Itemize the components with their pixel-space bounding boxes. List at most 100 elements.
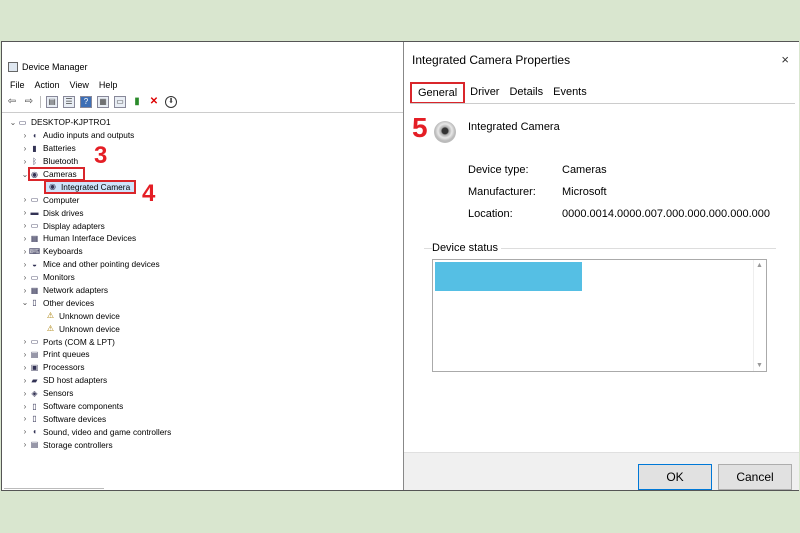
chevron-right-icon[interactable]: ›	[20, 208, 30, 217]
hid-icon: ▦	[30, 233, 39, 243]
list-icon[interactable]: ☰	[63, 96, 75, 108]
sound-icon: ◖	[32, 427, 37, 437]
tree-item[interactable]: ⌄ ▭ DESKTOP-KJPTRO1	[8, 116, 398, 129]
chevron-right-icon[interactable]: ›	[20, 402, 30, 411]
chevron-right-icon[interactable]: ›	[20, 363, 30, 372]
chevron-right-icon[interactable]: ›	[20, 144, 30, 153]
tree-item[interactable]: ⌄ ◉ Cameras	[8, 167, 398, 181]
chevron-down-icon[interactable]: ⌄	[8, 118, 18, 127]
chevron-right-icon[interactable]: ›	[20, 195, 30, 204]
tree-item-content: ▬ Disk drives	[30, 208, 84, 218]
tree-item-content: ▣ Processors	[30, 362, 85, 372]
port-icon: ▭	[30, 337, 39, 347]
tree-item[interactable]: › ◖ Sound, video and game controllers	[8, 425, 398, 438]
cancel-button[interactable]: Cancel	[718, 464, 792, 490]
tree-item-label: Network adapters	[43, 285, 109, 296]
tree-item[interactable]: › ▮ Batteries	[8, 142, 398, 155]
chevron-right-icon[interactable]: ›	[20, 337, 30, 346]
remove-device-icon[interactable]: ✕	[148, 96, 160, 108]
chevron-right-icon[interactable]: ›	[20, 131, 30, 140]
tree-item[interactable]: › ▭ Display adapters	[8, 219, 398, 232]
monitor-icon[interactable]: ▭	[114, 96, 126, 108]
chevron-right-icon[interactable]: ›	[20, 376, 30, 385]
tab-details[interactable]: Details	[504, 84, 548, 102]
close-icon[interactable]: ×	[781, 52, 789, 67]
ok-button[interactable]: OK	[638, 464, 712, 490]
tree-item-label: Keyboards	[43, 246, 83, 257]
tree-item[interactable]: › ▰ SD host adapters	[8, 374, 398, 387]
tab-strip: General Driver Details Events	[410, 82, 592, 104]
chevron-right-icon[interactable]: ›	[20, 157, 30, 166]
tree-item[interactable]: › ▯ Software devices	[8, 412, 398, 425]
status-scrollbar[interactable]: ▲ ▼	[753, 260, 766, 371]
chevron-right-icon[interactable]: ›	[20, 427, 30, 436]
tree-item[interactable]: › ▦ Network adapters	[8, 284, 398, 297]
tree-item[interactable]: › ▤ Storage controllers	[8, 438, 398, 451]
device-status-textbox[interactable]: ▲ ▼	[432, 259, 767, 372]
chevron-right-icon[interactable]: ›	[20, 234, 30, 243]
chevron-right-icon[interactable]: ›	[20, 440, 30, 449]
chevron-down-icon[interactable]: ⌄	[20, 170, 30, 179]
tree-item[interactable]: › ▬ Disk drives	[8, 206, 398, 219]
tree-item[interactable]: › ▭ Ports (COM & LPT)	[8, 335, 398, 348]
tree-item[interactable]: › ▯ Software components	[8, 400, 398, 413]
chevron-right-icon[interactable]: ›	[20, 260, 30, 269]
tree-item[interactable]: › ▭ Monitors	[8, 271, 398, 284]
forward-arrow-icon[interactable]: ⇨	[23, 96, 35, 108]
scan-icon[interactable]: ▦	[97, 96, 109, 108]
menu-help[interactable]: Help	[99, 80, 118, 90]
tree-item[interactable]: › ◖ Audio inputs and outputs	[8, 129, 398, 142]
menu-action[interactable]: Action	[35, 80, 60, 90]
properties-icon[interactable]: ▤	[46, 96, 58, 108]
tree-item-content: ◉ Cameras	[28, 167, 85, 181]
display-icon: ▭	[30, 221, 39, 231]
tree-item[interactable]: ⌄ ▯ Other devices	[8, 296, 398, 309]
device-properties: Device type: Cameras Manufacturer: Micro…	[468, 164, 770, 230]
screenshot-frame: Device Manager File Action View Help ⇦ ⇨…	[1, 41, 799, 491]
tree-item[interactable]: › ▣ Processors	[8, 361, 398, 374]
tree-item-content: ▭ Computer	[30, 195, 80, 205]
device-manager-window: Device Manager File Action View Help ⇦ ⇨…	[2, 42, 404, 490]
chevron-right-icon[interactable]: ›	[20, 414, 30, 423]
tree-item-label: Audio inputs and outputs	[43, 130, 135, 141]
tree-item-label: DESKTOP-KJPTRO1	[31, 117, 111, 128]
tree-item[interactable]: ⚠ Unknown device	[8, 322, 398, 335]
toolbar-separator	[40, 96, 41, 108]
chevron-right-icon[interactable]: ›	[20, 221, 30, 230]
device-tree: ⌄ ▭ DESKTOP-KJPTRO1 › ◖ Audio inputs and outp…	[8, 116, 398, 451]
tree-item[interactable]: › ▤ Print queues	[8, 348, 398, 361]
help-icon[interactable]: ?	[80, 96, 92, 108]
chevron-right-icon[interactable]: ›	[20, 389, 30, 398]
chevron-right-icon[interactable]: ›	[20, 273, 30, 282]
property-row: Manufacturer: Microsoft	[468, 186, 770, 208]
tree-item-label: Software devices	[43, 413, 107, 424]
tree-item[interactable]: ⚠ Unknown device	[8, 309, 398, 322]
chevron-down-icon[interactable]: ⌄	[20, 298, 30, 307]
tree-item-label: Software components	[43, 401, 124, 412]
add-driver-icon[interactable]: ▮	[131, 96, 143, 108]
toolbar-divider	[2, 112, 403, 113]
chevron-right-icon[interactable]: ›	[20, 286, 30, 295]
menu-file[interactable]: File	[10, 80, 25, 90]
tree-item[interactable]: › ◒ Mice and other pointing devices	[8, 258, 398, 271]
download-icon[interactable]: ⬇	[165, 96, 177, 108]
tree-item[interactable]: › ▭ Computer	[8, 193, 398, 206]
tab-driver[interactable]: Driver	[465, 84, 504, 102]
device-manager-app-icon	[8, 62, 18, 72]
tab-events[interactable]: Events	[548, 84, 592, 102]
battery-icon: ▮	[32, 143, 37, 153]
back-arrow-icon[interactable]: ⇦	[6, 96, 18, 108]
step-4-annotation: 4	[142, 180, 156, 207]
tree-item-label: Cameras	[43, 169, 77, 179]
tree-item[interactable]: ◉ Integrated Camera	[8, 179, 398, 194]
tree-item[interactable]: › ᛒ Bluetooth	[8, 155, 398, 168]
menu-view[interactable]: View	[70, 80, 89, 90]
tree-item[interactable]: › ▦ Human Interface Devices	[8, 232, 398, 245]
tab-general[interactable]: General	[410, 82, 466, 104]
menu-bar: File Action View Help	[10, 80, 117, 90]
scroll-up-icon[interactable]: ▲	[756, 262, 763, 269]
scroll-down-icon[interactable]: ▼	[756, 362, 763, 369]
tree-item[interactable]: › ◈ Sensors	[8, 387, 398, 400]
chevron-right-icon[interactable]: ›	[20, 350, 30, 359]
tree-item[interactable]: › ⌨ Keyboards	[8, 245, 398, 258]
